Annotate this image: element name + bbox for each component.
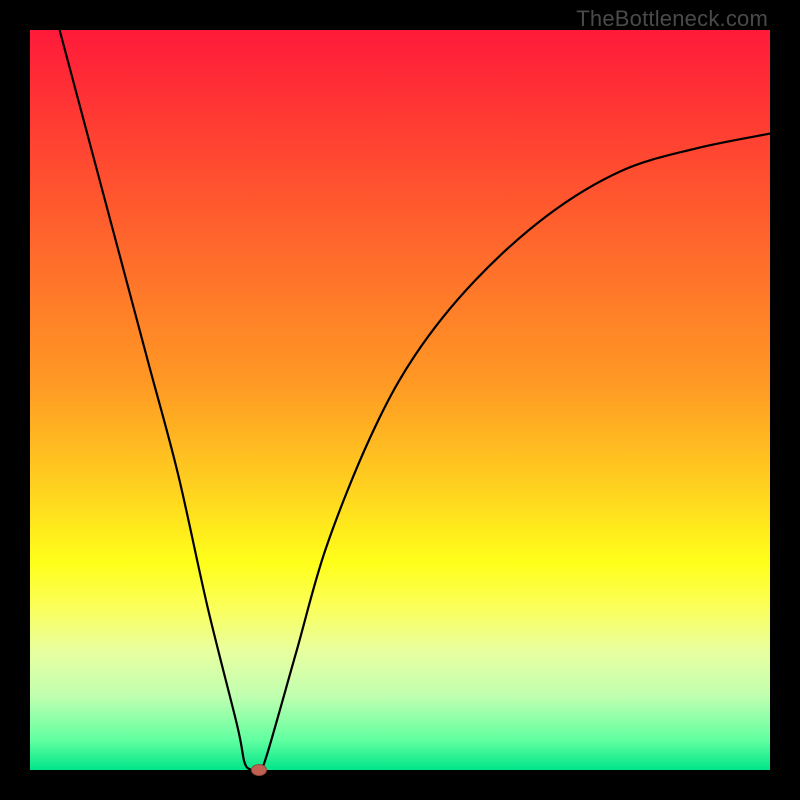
curve-svg — [30, 30, 770, 770]
optimal-point-marker — [251, 764, 267, 776]
bottleneck-curve-path — [60, 30, 770, 771]
watermark-text: TheBottleneck.com — [576, 6, 768, 32]
plot-area — [30, 30, 770, 770]
chart-frame: TheBottleneck.com — [0, 0, 800, 800]
